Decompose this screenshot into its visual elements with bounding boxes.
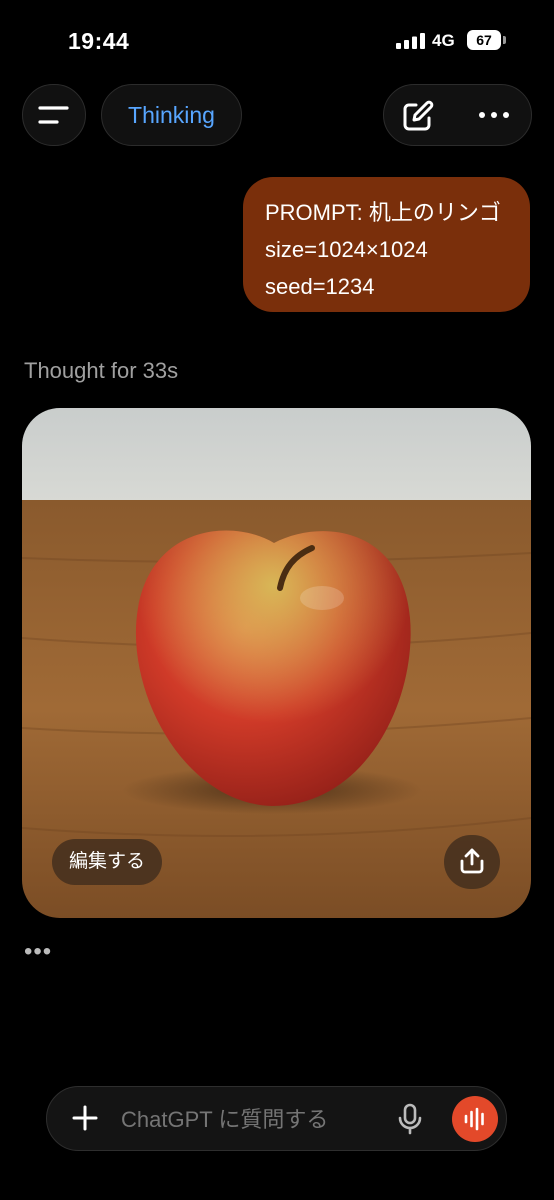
user-message-line: size=1024×1024 bbox=[265, 237, 428, 262]
status-bar: 19:44 4G 67 bbox=[0, 0, 554, 80]
edit-icon[interactable] bbox=[400, 99, 436, 133]
message-input[interactable] bbox=[119, 1087, 383, 1153]
battery-nub bbox=[503, 36, 506, 44]
user-message-line: PROMPT: 机上のリンゴ bbox=[265, 200, 501, 225]
model-mode-button[interactable]: Thinking bbox=[101, 84, 242, 146]
header-actions bbox=[383, 84, 532, 146]
share-image-button[interactable] bbox=[444, 835, 500, 889]
typing-indicator: ••• bbox=[24, 938, 53, 965]
menu-icon bbox=[38, 106, 69, 124]
share-icon bbox=[460, 848, 484, 874]
battery-indicator: 67 bbox=[467, 30, 501, 50]
mic-icon[interactable] bbox=[397, 1103, 423, 1135]
thought-duration-label[interactable]: Thought for 33s bbox=[24, 358, 178, 384]
edit-image-button[interactable]: 編集する bbox=[52, 839, 163, 885]
generated-image-card[interactable]: 編集する bbox=[22, 408, 531, 918]
signal-icon bbox=[396, 33, 425, 49]
status-time: 19:44 bbox=[68, 28, 130, 54]
message-composer bbox=[46, 1086, 507, 1153]
sidebar-menu-button[interactable] bbox=[22, 84, 86, 146]
user-message-line: seed=1234 bbox=[265, 274, 375, 299]
user-message-bubble: PROMPT: 机上のリンゴ size=1024×1024 seed=1234 bbox=[243, 177, 530, 312]
voice-mode-button[interactable] bbox=[452, 1096, 498, 1142]
more-icon[interactable] bbox=[476, 99, 512, 131]
network-type: 4G bbox=[432, 31, 455, 50]
voice-mode-icon bbox=[464, 1107, 484, 1131]
plus-icon[interactable] bbox=[71, 1104, 99, 1132]
